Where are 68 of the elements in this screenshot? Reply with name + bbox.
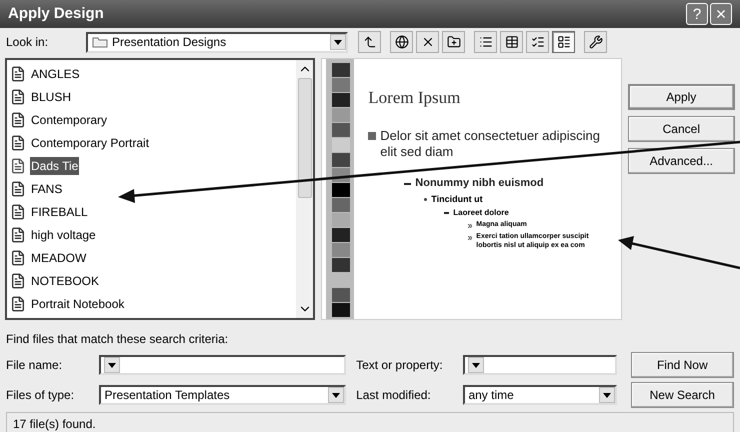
template-file-icon <box>10 226 26 242</box>
dot-bullet-icon <box>424 198 428 201</box>
file-list-item[interactable]: FANS <box>10 177 296 200</box>
file-list-item[interactable]: high voltage <box>10 223 296 246</box>
file-list-item[interactable]: BLUSH <box>10 85 296 108</box>
dash-bullet-icon <box>404 183 412 185</box>
file-list-item[interactable]: Contemporary Portrait <box>10 131 296 154</box>
status-text: 17 file(s) found. <box>13 416 96 432</box>
template-file-icon <box>10 250 26 266</box>
file-list-item[interactable]: Contemporary <box>10 108 296 131</box>
dropdown-value: Presentation Templates <box>104 387 230 404</box>
preview-text: Delor sit amet consectetuer adipiscing elit sed diam <box>380 128 601 160</box>
field-label: Last modified: <box>356 387 432 404</box>
preview-text: Laoreet dolore <box>453 208 509 218</box>
preview-text: Nonummy nibh euismod <box>415 177 544 191</box>
dialog-button[interactable]: Cancel <box>628 116 735 142</box>
preview-tool-icon[interactable] <box>552 31 575 53</box>
file-list-item[interactable]: MEADOW <box>10 246 296 269</box>
template-file-icon <box>10 112 26 128</box>
template-file-icon <box>10 204 26 220</box>
dropdown-field[interactable]: Presentation Templates <box>99 385 346 405</box>
template-file-icon <box>10 296 26 312</box>
template-file-icon <box>10 180 26 196</box>
up-tool-icon[interactable] <box>358 31 381 53</box>
look-in-label: Look in: <box>6 34 50 51</box>
template-file-icon <box>10 134 26 150</box>
file-list-item[interactable]: NOTEBOOK <box>10 269 296 292</box>
tools-tool-icon[interactable] <box>584 31 607 53</box>
look-in-value: Presentation Designs <box>92 33 226 51</box>
properties-tool-icon[interactable] <box>526 31 549 53</box>
new-search-button[interactable]: New Search <box>630 382 734 408</box>
template-file-icon <box>10 88 26 104</box>
dialog-button[interactable]: Apply <box>628 84 735 110</box>
scrollbar[interactable] <box>296 60 314 318</box>
details-tool-icon[interactable] <box>500 31 523 53</box>
chevron-bullet-icon <box>468 224 472 228</box>
delete-tool-icon[interactable] <box>416 31 439 53</box>
chevron-bullet-icon <box>468 236 472 240</box>
dropdown-field[interactable] <box>99 355 346 375</box>
file-list-item[interactable]: ANGLES <box>10 62 296 85</box>
field-label: Text or property: <box>356 357 444 374</box>
file-list-item[interactable]: FIREBALL <box>10 200 296 223</box>
close-button[interactable]: × <box>710 3 732 25</box>
look-in-dropdown[interactable]: Presentation Designs <box>86 32 348 52</box>
dash-bullet-icon <box>444 212 450 214</box>
folder-icon <box>92 36 108 48</box>
template-file-icon <box>10 158 26 174</box>
find-now-button[interactable]: Find Now <box>630 352 734 378</box>
newfolder-tool-icon[interactable] <box>442 31 465 53</box>
preview-text: Tincidunt ut <box>431 194 483 205</box>
template-file-icon <box>10 66 26 82</box>
list-tool-icon[interactable] <box>474 31 497 53</box>
scroll-thumb[interactable] <box>298 78 312 198</box>
search-heading: Find files that match these search criteria: <box>6 331 230 348</box>
web-tool-icon[interactable] <box>390 31 413 53</box>
file-list-item[interactable]: Portrait Notebook <box>10 292 296 315</box>
field-label: File name: <box>6 357 64 374</box>
help-button[interactable]: ? <box>686 3 708 25</box>
template-file-icon <box>10 272 26 288</box>
dropdown-field[interactable] <box>463 355 617 375</box>
dropdown-value: any time <box>468 387 514 404</box>
dialog-button[interactable]: Advanced... <box>628 148 735 174</box>
file-list-item[interactable]: Dads Tie <box>10 154 296 177</box>
window-title: Apply Design <box>8 4 104 24</box>
dropdown-field[interactable]: any time <box>463 385 617 405</box>
field-label: Files of type: <box>6 387 76 404</box>
square-bullet-icon <box>368 132 376 140</box>
preview-title: Lorem Ipsum <box>368 87 462 109</box>
